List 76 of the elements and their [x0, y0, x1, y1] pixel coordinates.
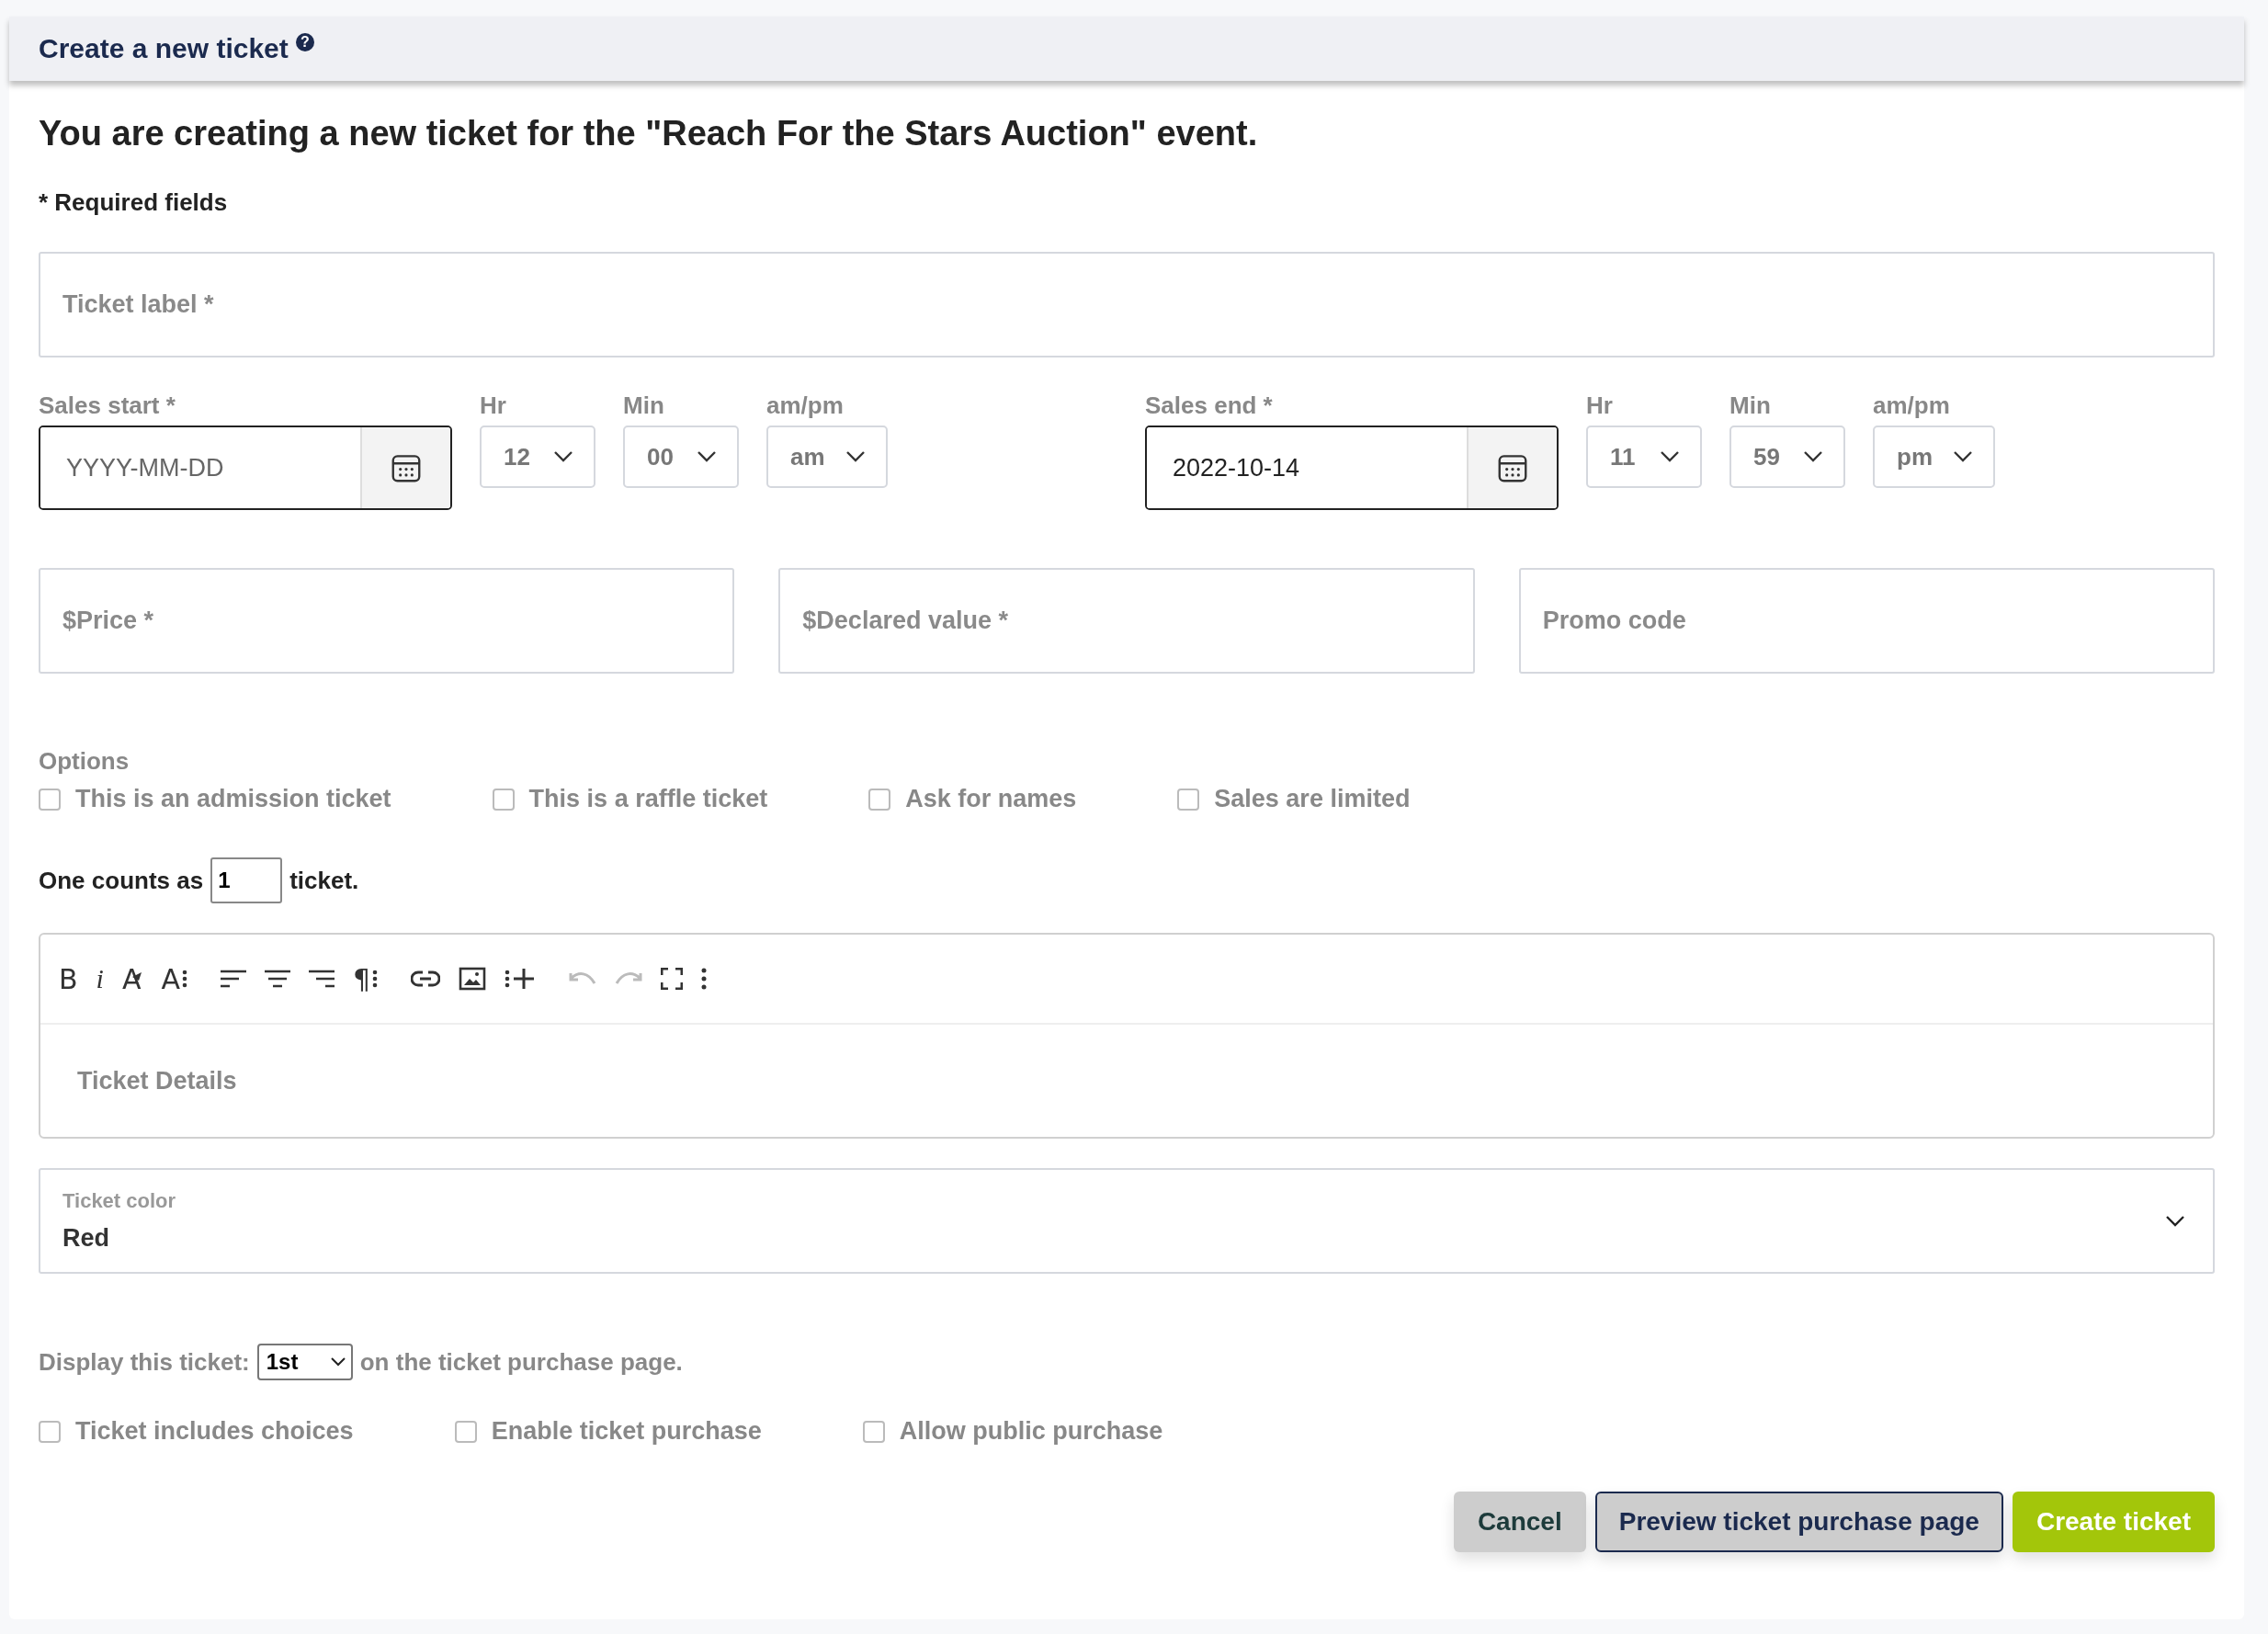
help-icon[interactable]: ?: [295, 33, 314, 51]
paragraph-button[interactable]: ¶: [353, 960, 379, 997]
checkbox-label: This is an admission ticket: [75, 785, 391, 813]
counts-suffix: ticket.: [289, 866, 359, 895]
amount-field[interactable]: Promo code: [1518, 568, 2215, 674]
plus-icon: [512, 967, 537, 991]
dots-icon: [372, 969, 379, 989]
count-field[interactable]: 1: [210, 857, 283, 903]
date-field[interactable]: YYYY-MM-DD: [39, 426, 452, 510]
more-icon: [701, 968, 708, 990]
calendar-button[interactable]: [1467, 427, 1557, 508]
checkbox-label: Ask for names: [905, 785, 1077, 813]
checkbox-label: Allow public purchase: [899, 1417, 1163, 1446]
editor-placeholder: Ticket Details: [77, 1066, 237, 1095]
amount-field[interactable]: $Declared value *: [778, 568, 1475, 674]
calendar-button[interactable]: [360, 427, 450, 508]
field-label: Hr: [480, 391, 507, 420]
ticket-color-select[interactable]: Ticket color Red: [39, 1168, 2215, 1274]
checkbox[interactable]: [868, 788, 891, 811]
order-select[interactable]: 1st: [256, 1344, 353, 1380]
image-icon: [459, 967, 487, 991]
time-select[interactable]: 59: [1729, 426, 1845, 488]
checkbox-label: Ticket includes choices: [75, 1417, 354, 1446]
time-select[interactable]: pm: [1873, 426, 1995, 488]
date-field[interactable]: 2022-10-14: [1145, 426, 1559, 510]
ticket-details-editor[interactable]: Ticket Details: [40, 1025, 2213, 1137]
time-select[interactable]: 00: [623, 426, 739, 488]
checkbox[interactable]: [39, 1420, 61, 1443]
checkbox[interactable]: [454, 1420, 477, 1443]
checkbox[interactable]: [492, 788, 515, 811]
time-select[interactable]: 11: [1586, 426, 1702, 488]
bold-button[interactable]: B: [59, 960, 78, 997]
field-label: am/pm: [766, 391, 845, 420]
fullscreen-icon: [661, 968, 684, 990]
field-label: Min: [623, 391, 665, 420]
amount-field[interactable]: $Price *: [39, 568, 735, 674]
secondary-button[interactable]: Preview ticket purchase page: [1594, 1492, 2003, 1552]
cancel-button[interactable]: Cancel: [1453, 1492, 1586, 1552]
align-right-icon: [309, 969, 335, 989]
checkbox[interactable]: [862, 1420, 885, 1443]
checkbox-label: Enable ticket purchase: [491, 1417, 762, 1446]
time-select[interactable]: 12: [480, 426, 595, 488]
align-center-icon: [265, 969, 290, 989]
align-left-icon: [221, 969, 246, 989]
checkbox[interactable]: [1177, 788, 1200, 811]
chevron-down-icon: [2165, 1214, 2185, 1228]
italic-button[interactable]: i: [96, 960, 104, 997]
field-label: Sales end *: [1145, 391, 1274, 420]
display-label: Display this ticket:: [39, 1347, 250, 1377]
counts-label: One counts as: [39, 866, 204, 895]
link-icon: [411, 970, 441, 988]
checkbox-label: Sales are limited: [1214, 785, 1411, 813]
field-label: Hr: [1586, 391, 1614, 420]
dots-icon: [182, 969, 187, 989]
options-label: Options: [39, 747, 130, 776]
required-note: * Required fields: [39, 188, 229, 217]
time-select[interactable]: am: [766, 426, 888, 488]
field-label: Sales start *: [39, 391, 176, 420]
field-label: Min: [1729, 391, 1772, 420]
chevron-down-icon: [1660, 450, 1680, 463]
chevron-down-icon: [845, 450, 866, 463]
font-size-button[interactable]: A: [161, 960, 187, 997]
chevron-down-icon: [1953, 450, 1973, 463]
checkbox[interactable]: [39, 788, 61, 811]
chevron-down-icon: [330, 1357, 346, 1367]
dialog-title: Create a new ticket: [39, 33, 289, 64]
display-suffix: on the ticket purchase page.: [359, 1347, 683, 1377]
chevron-down-icon: [697, 450, 717, 463]
checkbox-label: This is a raffle ticket: [528, 785, 768, 813]
field-label: am/pm: [1873, 391, 1951, 420]
chevron-down-icon: [1803, 450, 1823, 463]
clear-format-button[interactable]: A: [121, 960, 143, 997]
dots-icon: [505, 969, 511, 989]
ticket-label-field[interactable]: Ticket label *: [39, 252, 2215, 357]
chevron-down-icon: [553, 450, 573, 463]
intro-heading: You are creating a new ticket for the "Reach For the Stars Auction" event.: [39, 114, 1259, 153]
